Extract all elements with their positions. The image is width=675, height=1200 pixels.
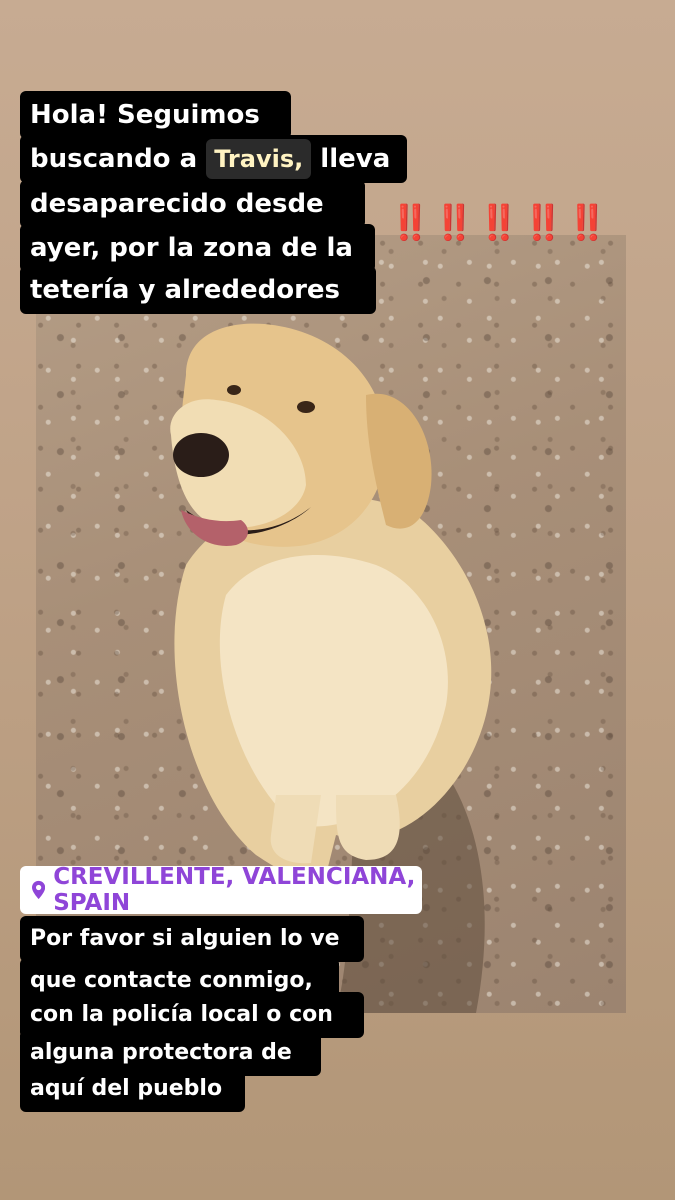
dog-name-highlight: Travis, xyxy=(206,139,312,179)
location-sticker[interactable]: CREVILLENTE, VALENCIANA, SPAIN xyxy=(20,864,422,916)
caption-line-1: Hola! Seguimos xyxy=(20,91,291,139)
caption-text: con la policía local o con xyxy=(30,1002,333,1027)
caption-text: Por favor si alguien lo ve xyxy=(30,926,340,951)
caption-text: Hola! Seguimos xyxy=(30,100,260,130)
caption-text: lleva xyxy=(320,144,391,174)
caption-text: desaparecido desde xyxy=(30,189,324,219)
location-label: CREVILLENTE, VALENCIANA, SPAIN xyxy=(53,864,416,916)
caption-text: aquí del pueblo xyxy=(30,1076,223,1101)
caption-text: que contacte conmigo, xyxy=(30,968,313,993)
request-line-5: aquí del pueblo xyxy=(20,1066,245,1112)
caption-text: ayer, por la zona de la xyxy=(30,233,353,263)
caption-text: tetería y alrededores xyxy=(30,275,341,305)
double-exclamation-emoji-row: ‼️‼️‼️‼️‼️ xyxy=(389,203,611,243)
caption-line-5: tetería y alrededores xyxy=(20,266,376,314)
caption-line-4: ayer, por la zona de la xyxy=(20,224,375,272)
request-line-1: Por favor si alguien lo ve xyxy=(20,916,364,962)
caption-text: alguna protectora de xyxy=(30,1040,292,1065)
location-pin-icon xyxy=(32,880,46,900)
caption-line-3: desaparecido desde xyxy=(20,180,365,228)
caption-line-2: buscando a Travis, lleva xyxy=(20,135,407,183)
instagram-story: Hola! Seguimos buscando a Travis, lleva … xyxy=(0,0,675,1200)
caption-text: buscando a xyxy=(30,144,207,174)
